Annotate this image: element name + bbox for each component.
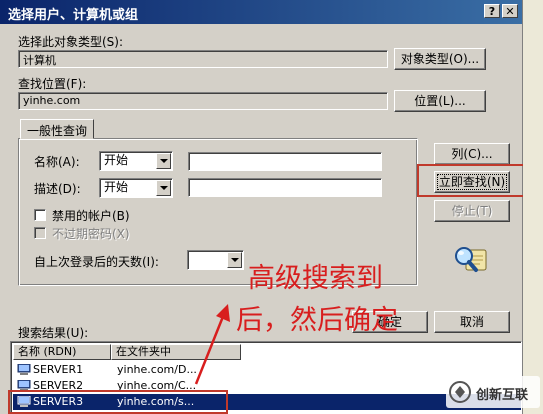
days-since-logon-select[interactable] (187, 250, 244, 270)
annotation-line-1: 高级搜索到 (248, 263, 383, 294)
row-name: SERVER1 (33, 363, 84, 376)
location-field: yinhe.com (18, 92, 388, 110)
stop-button: 停止(T) (434, 200, 510, 222)
background-window-edge (523, 0, 543, 414)
name-mode-select[interactable]: 开始 (99, 151, 173, 171)
description-mode-value: 开始 (104, 180, 129, 194)
find-now-highlight (417, 164, 526, 197)
watermark-text: 创新互联 (476, 388, 529, 403)
chevron-down-icon[interactable] (227, 252, 242, 268)
search-icon (455, 247, 487, 272)
annotation-line-2: 后，然后确定 (236, 305, 398, 336)
name-input[interactable] (188, 152, 382, 171)
description-input[interactable] (188, 178, 382, 197)
table-row[interactable]: SERVER1 yinhe.com/D... (13, 362, 521, 378)
chevron-down-icon[interactable] (156, 153, 171, 169)
help-button[interactable]: ? (484, 4, 500, 18)
row-folder: yinhe.com/D... (117, 363, 197, 376)
annotation-arrow-icon (194, 304, 230, 385)
computer-icon (17, 364, 31, 375)
chevron-down-icon[interactable] (156, 180, 171, 196)
object-types-button[interactable]: 对象类型(O)... (394, 48, 486, 70)
nonexpiring-password-checkbox (34, 227, 46, 239)
locations-button[interactable]: 位置(L)... (394, 90, 486, 112)
disabled-accounts-checkbox[interactable] (34, 209, 46, 221)
results-label: 搜索结果(U): (18, 326, 89, 340)
select-dialog: 选择用户、计算机或组 ? ✕ 选择此对象类型(S): 计算机 对象类型(O)..… (0, 0, 526, 414)
column-header-name[interactable]: 名称 (RDN) (13, 344, 111, 360)
title-bar[interactable]: 选择用户、计算机或组 ? ✕ (0, 0, 522, 24)
watermark-logo-icon (449, 381, 471, 403)
name-label: 名称(A): (34, 155, 80, 169)
columns-button[interactable]: 列(C)... (434, 143, 510, 165)
name-mode-value: 开始 (104, 153, 129, 167)
nonexpiring-password-label: 不过期密码(X) (52, 227, 130, 241)
tab-general-query[interactable]: 一般性查询 (20, 119, 95, 139)
close-button[interactable]: ✕ (502, 4, 518, 18)
cancel-button[interactable]: 取消 (434, 311, 510, 333)
window-title: 选择用户、计算机或组 (8, 8, 139, 23)
description-label: 描述(D): (34, 182, 81, 196)
object-type-label: 选择此对象类型(S): (18, 35, 124, 49)
days-since-logon-label: 自上次登录后的天数(I): (34, 255, 159, 269)
description-mode-select[interactable]: 开始 (99, 178, 173, 198)
object-type-field: 计算机 (18, 50, 388, 68)
location-label: 查找位置(F): (18, 77, 87, 91)
selected-result-highlight (8, 390, 228, 414)
watermark-badge: 创新互联 (446, 376, 540, 408)
disabled-accounts-label: 禁用的帐户(B) (52, 209, 130, 223)
